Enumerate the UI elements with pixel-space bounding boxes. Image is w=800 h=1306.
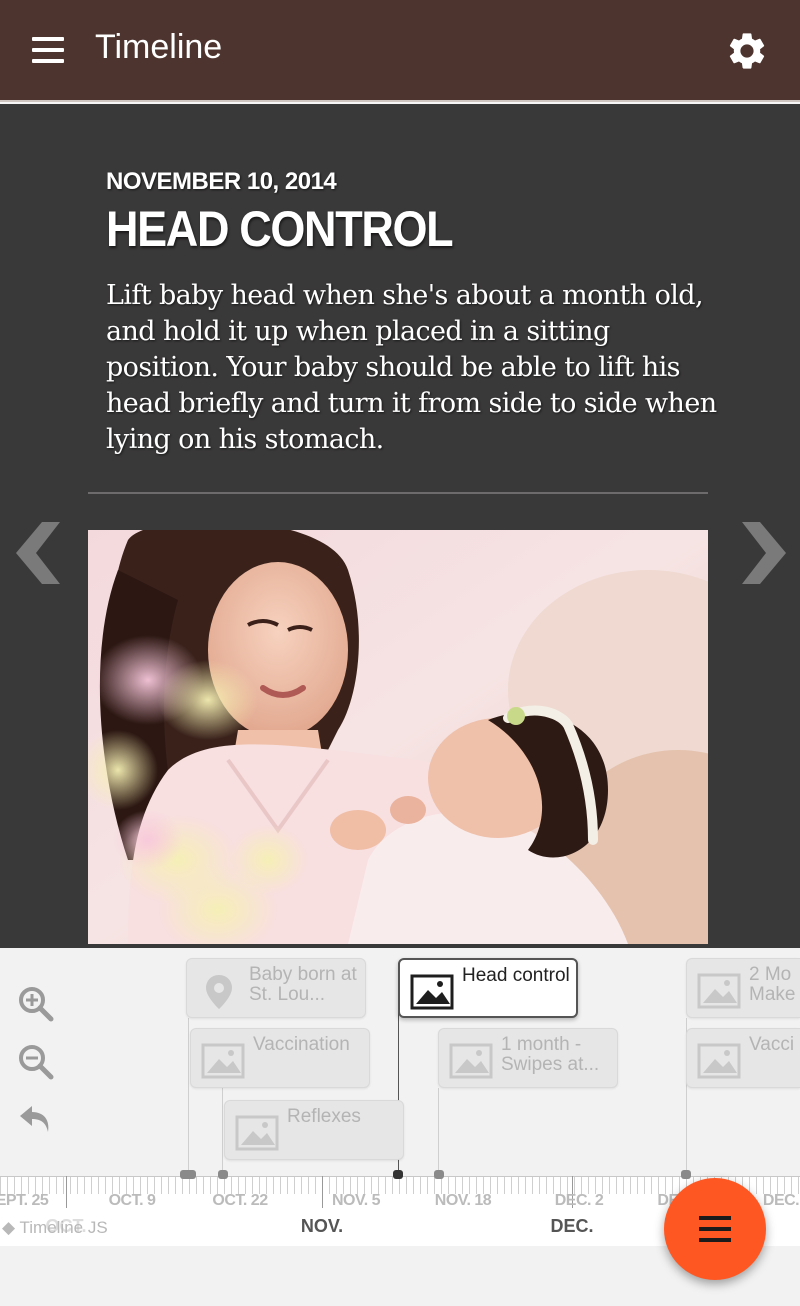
diamond-logo-icon: ◆ <box>2 1218 16 1237</box>
image-icon <box>235 1115 279 1151</box>
photo-mother-and-baby <box>88 530 708 944</box>
image-icon <box>697 973 741 1009</box>
app-bar: Timeline <box>0 0 800 102</box>
axis-marker-dot[interactable] <box>218 1170 228 1179</box>
image-icon <box>410 974 454 1010</box>
tick-label: OCT. 9 <box>108 1192 156 1209</box>
slide-divider <box>88 492 708 494</box>
marker-title: 2 Mo Make <box>749 964 796 1005</box>
slide-description: Lift baby head when she's about a month … <box>106 280 717 455</box>
major-tick <box>322 1176 323 1208</box>
major-tick <box>66 1176 67 1208</box>
slide-date: NOVEMBER 10, 2014 <box>106 168 337 195</box>
marker-line <box>188 1018 189 1178</box>
axis-marker-dot[interactable] <box>180 1170 196 1179</box>
brand-label: Timeline JS <box>19 1218 108 1237</box>
image-icon <box>449 1043 493 1079</box>
tick-label: EPT. 25 <box>0 1192 49 1209</box>
axis-marker-dot[interactable] <box>434 1170 444 1179</box>
image-icon <box>201 1043 245 1079</box>
timeline-marker[interactable]: 2 Mo Make <box>686 958 800 1018</box>
tick-label: OCT. 22 <box>212 1192 268 1209</box>
timeline-marker[interactable]: Vacci <box>686 1028 800 1088</box>
hamburger-menu-icon[interactable] <box>26 30 70 70</box>
tick-label: DEC. 2 <box>554 1192 604 1209</box>
month-label: DEC. <box>550 1216 594 1236</box>
slide-headline: HEAD CONTROL <box>106 201 454 257</box>
marker-title: Reflexes <box>287 1106 361 1127</box>
marker-title: Baby born at St. Lou... <box>249 964 357 1005</box>
location-pin-icon <box>206 975 232 1009</box>
zoom-out-icon[interactable] <box>16 1042 56 1082</box>
axis-marker-dot-active[interactable] <box>393 1170 403 1179</box>
marker-line <box>438 1088 439 1178</box>
timeline-marker[interactable]: Baby born at St. Lou... <box>186 958 366 1018</box>
marker-title: Vaccination <box>253 1034 350 1055</box>
tick-label: NOV. 18 <box>434 1192 492 1209</box>
back-to-start-undo-icon[interactable] <box>16 1100 56 1140</box>
next-slide-chevron-right-icon[interactable] <box>734 522 790 584</box>
settings-gear-icon[interactable] <box>725 29 769 73</box>
previous-slide-chevron-left-icon[interactable] <box>12 522 68 584</box>
timeline-marker[interactable]: Vaccination <box>190 1028 370 1088</box>
zoom-in-icon[interactable] <box>16 984 56 1024</box>
timeline-marker-active[interactable]: Head control <box>398 958 578 1018</box>
tick-label: DEC. <box>762 1192 800 1209</box>
tick-label: NOV. 5 <box>332 1192 381 1209</box>
marker-title: 1 month - Swipes at... <box>501 1034 600 1075</box>
fab-menu-icon[interactable] <box>664 1178 766 1280</box>
marker-title: Vacci <box>749 1034 795 1055</box>
marker-title: Head control <box>462 965 570 986</box>
month-label: NOV. <box>300 1216 344 1236</box>
timelinejs-brand[interactable]: ◆ Timeline JS <box>2 1218 108 1238</box>
app-title: Timeline <box>95 28 223 66</box>
image-icon <box>697 1043 741 1079</box>
story-slide: NOVEMBER 10, 2014 HEAD CONTROL Lift baby… <box>0 104 800 948</box>
marker-line <box>222 1088 223 1178</box>
timeline-marker[interactable]: Reflexes <box>224 1100 404 1160</box>
timeline-marker[interactable]: 1 month - Swipes at... <box>438 1028 618 1088</box>
axis-marker-dot[interactable] <box>681 1170 691 1179</box>
